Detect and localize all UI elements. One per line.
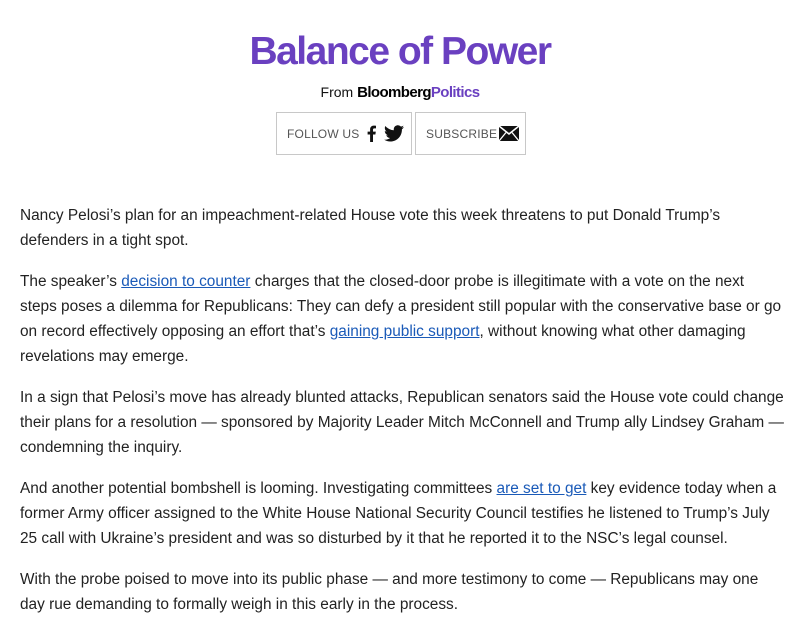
facebook-icon[interactable] xyxy=(367,125,377,142)
social-buttons: FOLLOW US SUBSCRIBE xyxy=(276,112,526,155)
follow-us-button[interactable]: FOLLOW US xyxy=(276,112,412,155)
paragraph-4: And another potential bombshell is loomi… xyxy=(20,476,785,551)
paragraph-3: In a sign that Pelosi’s move has already… xyxy=(20,389,784,456)
from-label: From xyxy=(320,84,354,100)
envelope-icon xyxy=(499,126,520,141)
link-decision-to-counter[interactable]: decision to counter xyxy=(121,273,250,290)
paragraph-2-text-a: The speaker’s xyxy=(20,273,122,290)
twitter-icon[interactable] xyxy=(384,125,405,142)
brand-section: Politics xyxy=(430,84,480,101)
masthead: Balance of Power From BloombergPolitics xyxy=(0,30,800,103)
link-gaining-public-support[interactable]: gaining public support xyxy=(330,323,480,340)
subscribe-label: SUBSCRIBE xyxy=(426,126,498,141)
follow-us-label: FOLLOW US xyxy=(287,126,360,141)
newsletter-title: Balance of Power xyxy=(249,30,552,73)
paragraph-5: With the probe poised to move into its p… xyxy=(20,571,759,613)
link-are-set-to-get[interactable]: are set to get xyxy=(497,480,587,497)
paragraph-4-text-a: And another potential bombshell is loomi… xyxy=(20,480,497,497)
from-line: From BloombergPolitics xyxy=(0,82,800,103)
brand-main: Bloomberg xyxy=(357,84,431,101)
subscribe-button[interactable]: SUBSCRIBE xyxy=(415,112,526,155)
article-body: Nancy Pelosi’s plan for an impeachment-r… xyxy=(20,203,785,633)
bloomberg-politics-logo[interactable]: BloombergPolitics xyxy=(357,84,480,101)
paragraph-1: Nancy Pelosi’s plan for an impeachment-r… xyxy=(20,207,721,249)
paragraph-2: The speaker’s decision to counter charge… xyxy=(20,269,785,369)
